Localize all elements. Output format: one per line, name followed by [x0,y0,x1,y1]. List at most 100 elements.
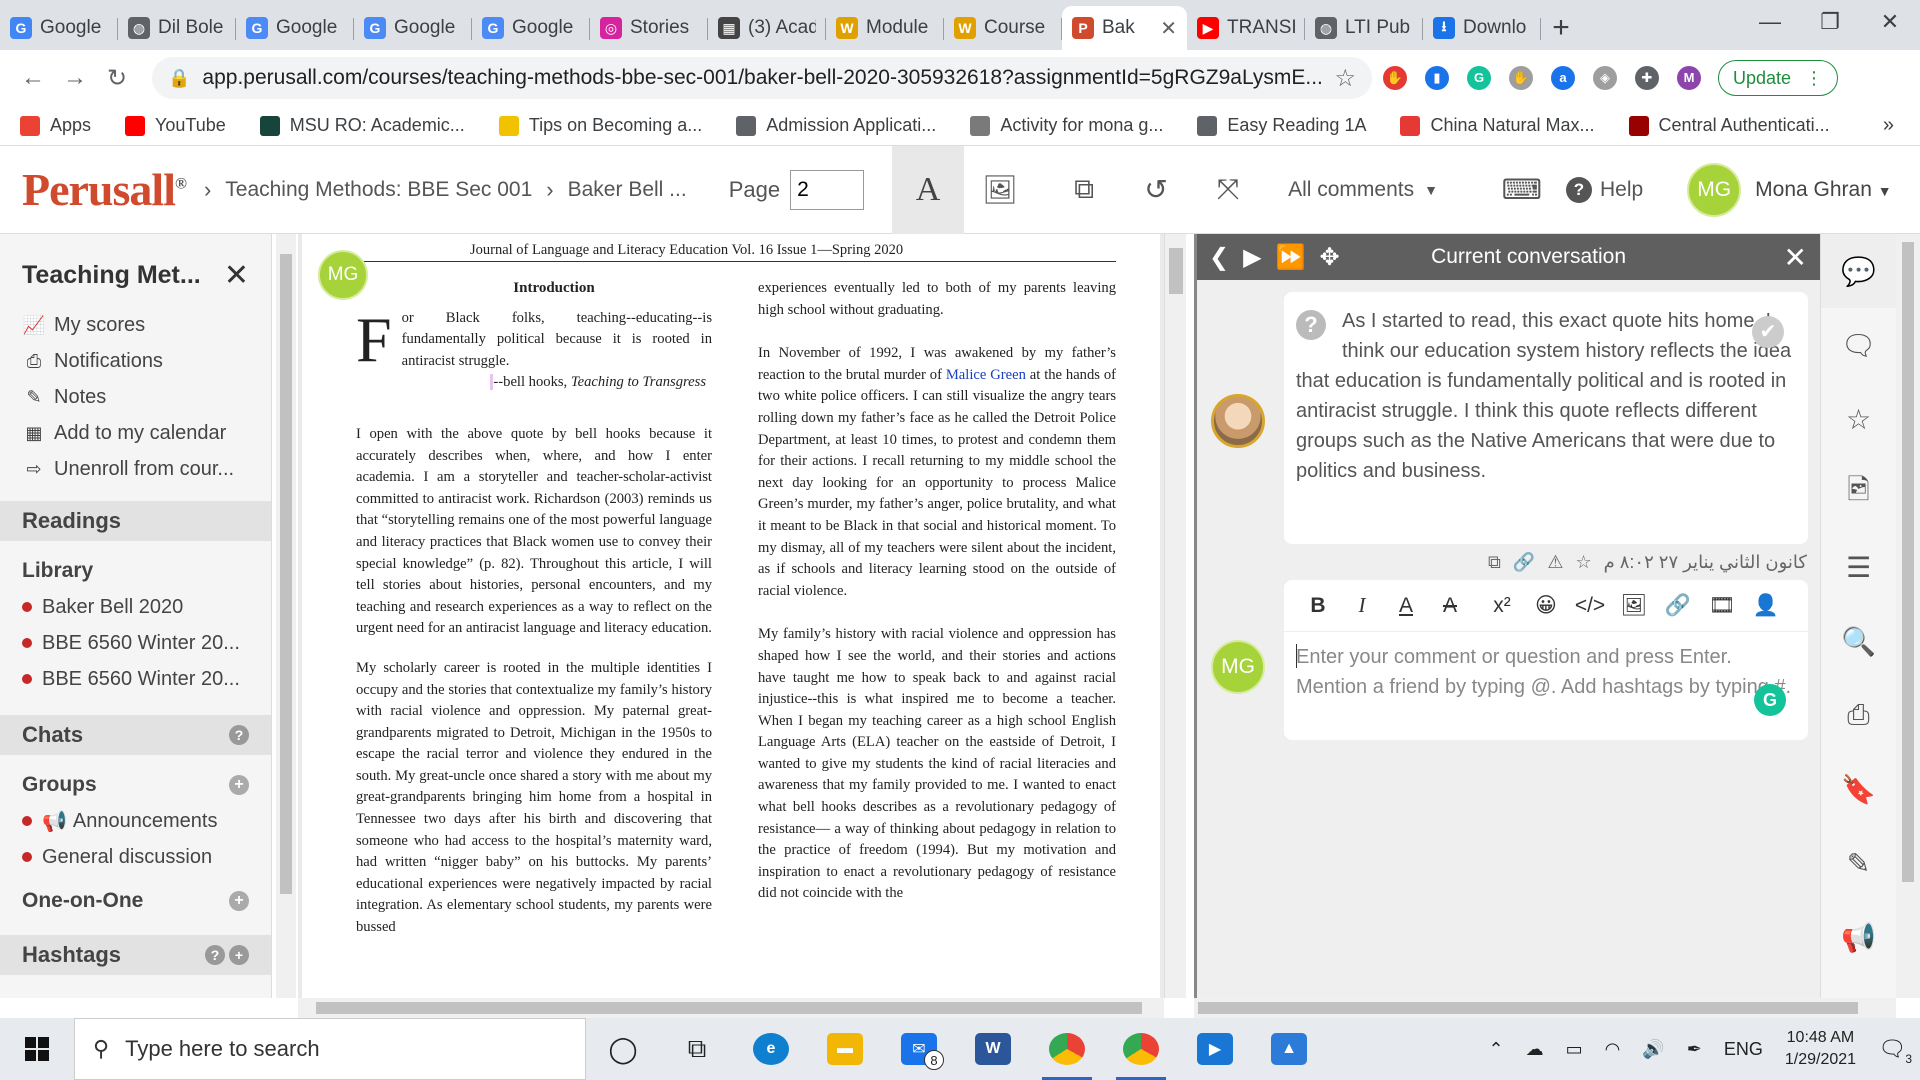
superscript-icon[interactable]: x² [1480,584,1524,628]
bookmark-icon[interactable]: 🔖 [1821,752,1896,826]
file-explorer-icon[interactable]: ▬ [808,1018,882,1080]
move-icon[interactable]: ✥ [1319,243,1339,272]
breadcrumb-course[interactable]: Teaching Methods: BBE Sec 001 [225,178,532,202]
star-icon[interactable]: ☆ [1821,382,1896,456]
volume-icon[interactable]: 🔊 [1642,1039,1664,1060]
copy-link-icon[interactable]: ⧉ [1488,552,1501,573]
inbox-icon[interactable]: ⎙ [1821,678,1896,752]
video-icon[interactable]: 🎞 [1700,584,1744,628]
chrome-icon[interactable] [1030,1018,1104,1080]
back-icon[interactable]: ← [12,64,54,92]
browser-tab[interactable]: P Bak ✕ [1062,6,1187,50]
extension-hands-icon[interactable]: ✋ [1502,59,1540,97]
question-icon[interactable]: ? [1296,310,1326,340]
text-view-icon[interactable]: A [892,145,965,234]
paragraph[interactable]: My scholarly career is rooted in the mul… [356,658,712,939]
extension-grammarly-icon[interactable]: G [1460,59,1498,97]
copy-icon[interactable]: ⧉ [1048,146,1120,234]
taskbar-search[interactable]: ⚲ Type here to search [74,1018,586,1080]
scroll-thumb[interactable] [280,254,292,894]
close-tab-icon[interactable]: ✕ [1160,16,1177,41]
chats-header[interactable]: Chats? [0,715,271,755]
check-icon[interactable]: ✔ [1752,316,1784,348]
page-input[interactable] [790,169,865,210]
clock[interactable]: 10:48 AM 1/29/2021 [1785,1027,1856,1071]
add-group-icon[interactable]: + [229,775,249,795]
close-sidebar-icon[interactable]: ✕ [224,258,249,293]
bookmark-star-icon[interactable]: ☆ [1334,64,1356,93]
code-icon[interactable]: </> [1568,584,1612,628]
keyboard-icon[interactable]: ⌨ [1486,146,1558,234]
user-menu[interactable]: Mona Ghran ▼ [1755,178,1891,202]
more-bookmarks-icon[interactable]: » [1883,114,1894,137]
update-button[interactable]: Update ⋮ [1718,60,1839,96]
paragraph[interactable]: In November of 1992, I was awakened by m… [758,343,1116,602]
forward-icon[interactable]: → [54,64,96,92]
previous-icon[interactable]: ❮ [1209,243,1229,272]
task-view-icon[interactable]: ⧉ [660,1018,734,1080]
link-icon[interactable]: 🔗 [1656,584,1700,628]
megaphone-icon[interactable]: 📢 [1821,900,1896,974]
add-hashtag-icon[interactable]: + [229,945,249,965]
bookmark-item[interactable]: Activity for mona g... [970,115,1163,136]
library-item[interactable]: BBE 6560 Winter 20... [0,625,271,661]
extension-adblock-icon[interactable]: ✋ [1376,59,1414,97]
document-horizontal-scrollbar[interactable] [298,998,1164,1018]
nav-my-scores[interactable]: 📈 My scores [22,307,271,343]
browser-tab[interactable]: W Course [944,6,1062,50]
comment-bubble[interactable]: ? ✔ As I started to read, this exact quo… [1284,292,1808,544]
user-avatar[interactable]: MG [1687,162,1742,217]
star-icon[interactable]: ☆ [1575,552,1591,573]
undo-icon[interactable]: ↺ [1120,146,1192,234]
image-icon[interactable]: 🖼 [1612,584,1656,628]
panel-horizontal-scrollbar[interactable] [1194,998,1896,1018]
extension-bookmark-icon[interactable]: ▮ [1418,59,1456,97]
commenter-avatar[interactable] [1211,394,1265,448]
anonymous-icon[interactable]: 👤 [1744,584,1788,628]
browser-tab[interactable]: ◎ Stories [590,6,708,50]
browser-tab[interactable]: W Module [826,6,944,50]
reply-editor[interactable]: B I A A x² 😀 </> 🖼 🔗 🎞 👤 Enter your comm… [1284,580,1808,740]
list-icon[interactable]: ☰ [1821,530,1896,604]
restore-icon[interactable]: ❐ [1800,0,1860,44]
bookmark-item[interactable]: China Natural Max... [1400,115,1595,136]
onedrive-icon[interactable]: ☁ [1526,1039,1544,1060]
group-announcements[interactable]: 📢 Announcements [0,803,271,839]
scroll-thumb[interactable] [1902,242,1914,882]
library-item[interactable]: BBE 6560 Winter 20... [0,661,271,697]
search-icon[interactable]: 🔍 [1821,604,1896,678]
document-page[interactable]: Journal of Language and Literacy Educati… [302,234,1160,998]
text-color-icon[interactable]: A [1384,584,1428,628]
all-comments-dropdown[interactable]: All comments ▼ [1288,178,1438,202]
library-item[interactable]: Baker Bell 2020 [0,589,271,625]
edge-icon[interactable]: e [734,1018,808,1080]
close-conversation-icon[interactable]: ✕ [1784,241,1807,274]
course-title[interactable]: Teaching Met... [22,261,201,290]
nav-notes[interactable]: ✎ Notes [22,379,271,415]
pencil-icon[interactable]: ✎ [1821,826,1896,900]
help-icon[interactable]: ? [229,725,249,745]
nav-notifications[interactable]: ⎙ Notifications [22,343,271,379]
fast-forward-icon[interactable]: ⏩ [1276,243,1306,272]
minimize-icon[interactable]: — [1740,0,1800,44]
word-icon[interactable]: W [956,1018,1030,1080]
scroll-thumb[interactable] [1198,1002,1858,1014]
bookmark-item[interactable]: MSU RO: Academic... [259,115,465,136]
notification-center-icon[interactable]: 🗨 3 [1878,1036,1912,1066]
extensions-puzzle-icon[interactable]: ✚ [1628,59,1666,97]
breadcrumb-reading[interactable]: Baker Bell ... [568,178,687,202]
new-tab-button[interactable]: + [1541,6,1581,50]
image-view-icon[interactable]: 🖼 [964,146,1036,234]
comment-input[interactable]: Enter your comment or question and press… [1284,632,1808,712]
add-chat-icon[interactable]: + [229,891,249,911]
flag-icon[interactable]: ⚠ [1547,552,1563,573]
chrome-profile-icon[interactable] [1104,1018,1178,1080]
language-indicator[interactable]: ENG [1724,1039,1763,1060]
close-window-icon[interactable]: ✕ [1860,0,1920,44]
bold-icon[interactable]: B [1296,584,1340,628]
browser-tab[interactable]: G Google [354,6,472,50]
paragraph[interactable]: experiences eventually led to both of my… [758,278,1116,321]
malice-green-link[interactable]: Malice Green [946,367,1026,383]
bookmark-item[interactable]: YouTube [125,115,226,136]
link-icon[interactable]: 🔗 [1513,552,1535,573]
